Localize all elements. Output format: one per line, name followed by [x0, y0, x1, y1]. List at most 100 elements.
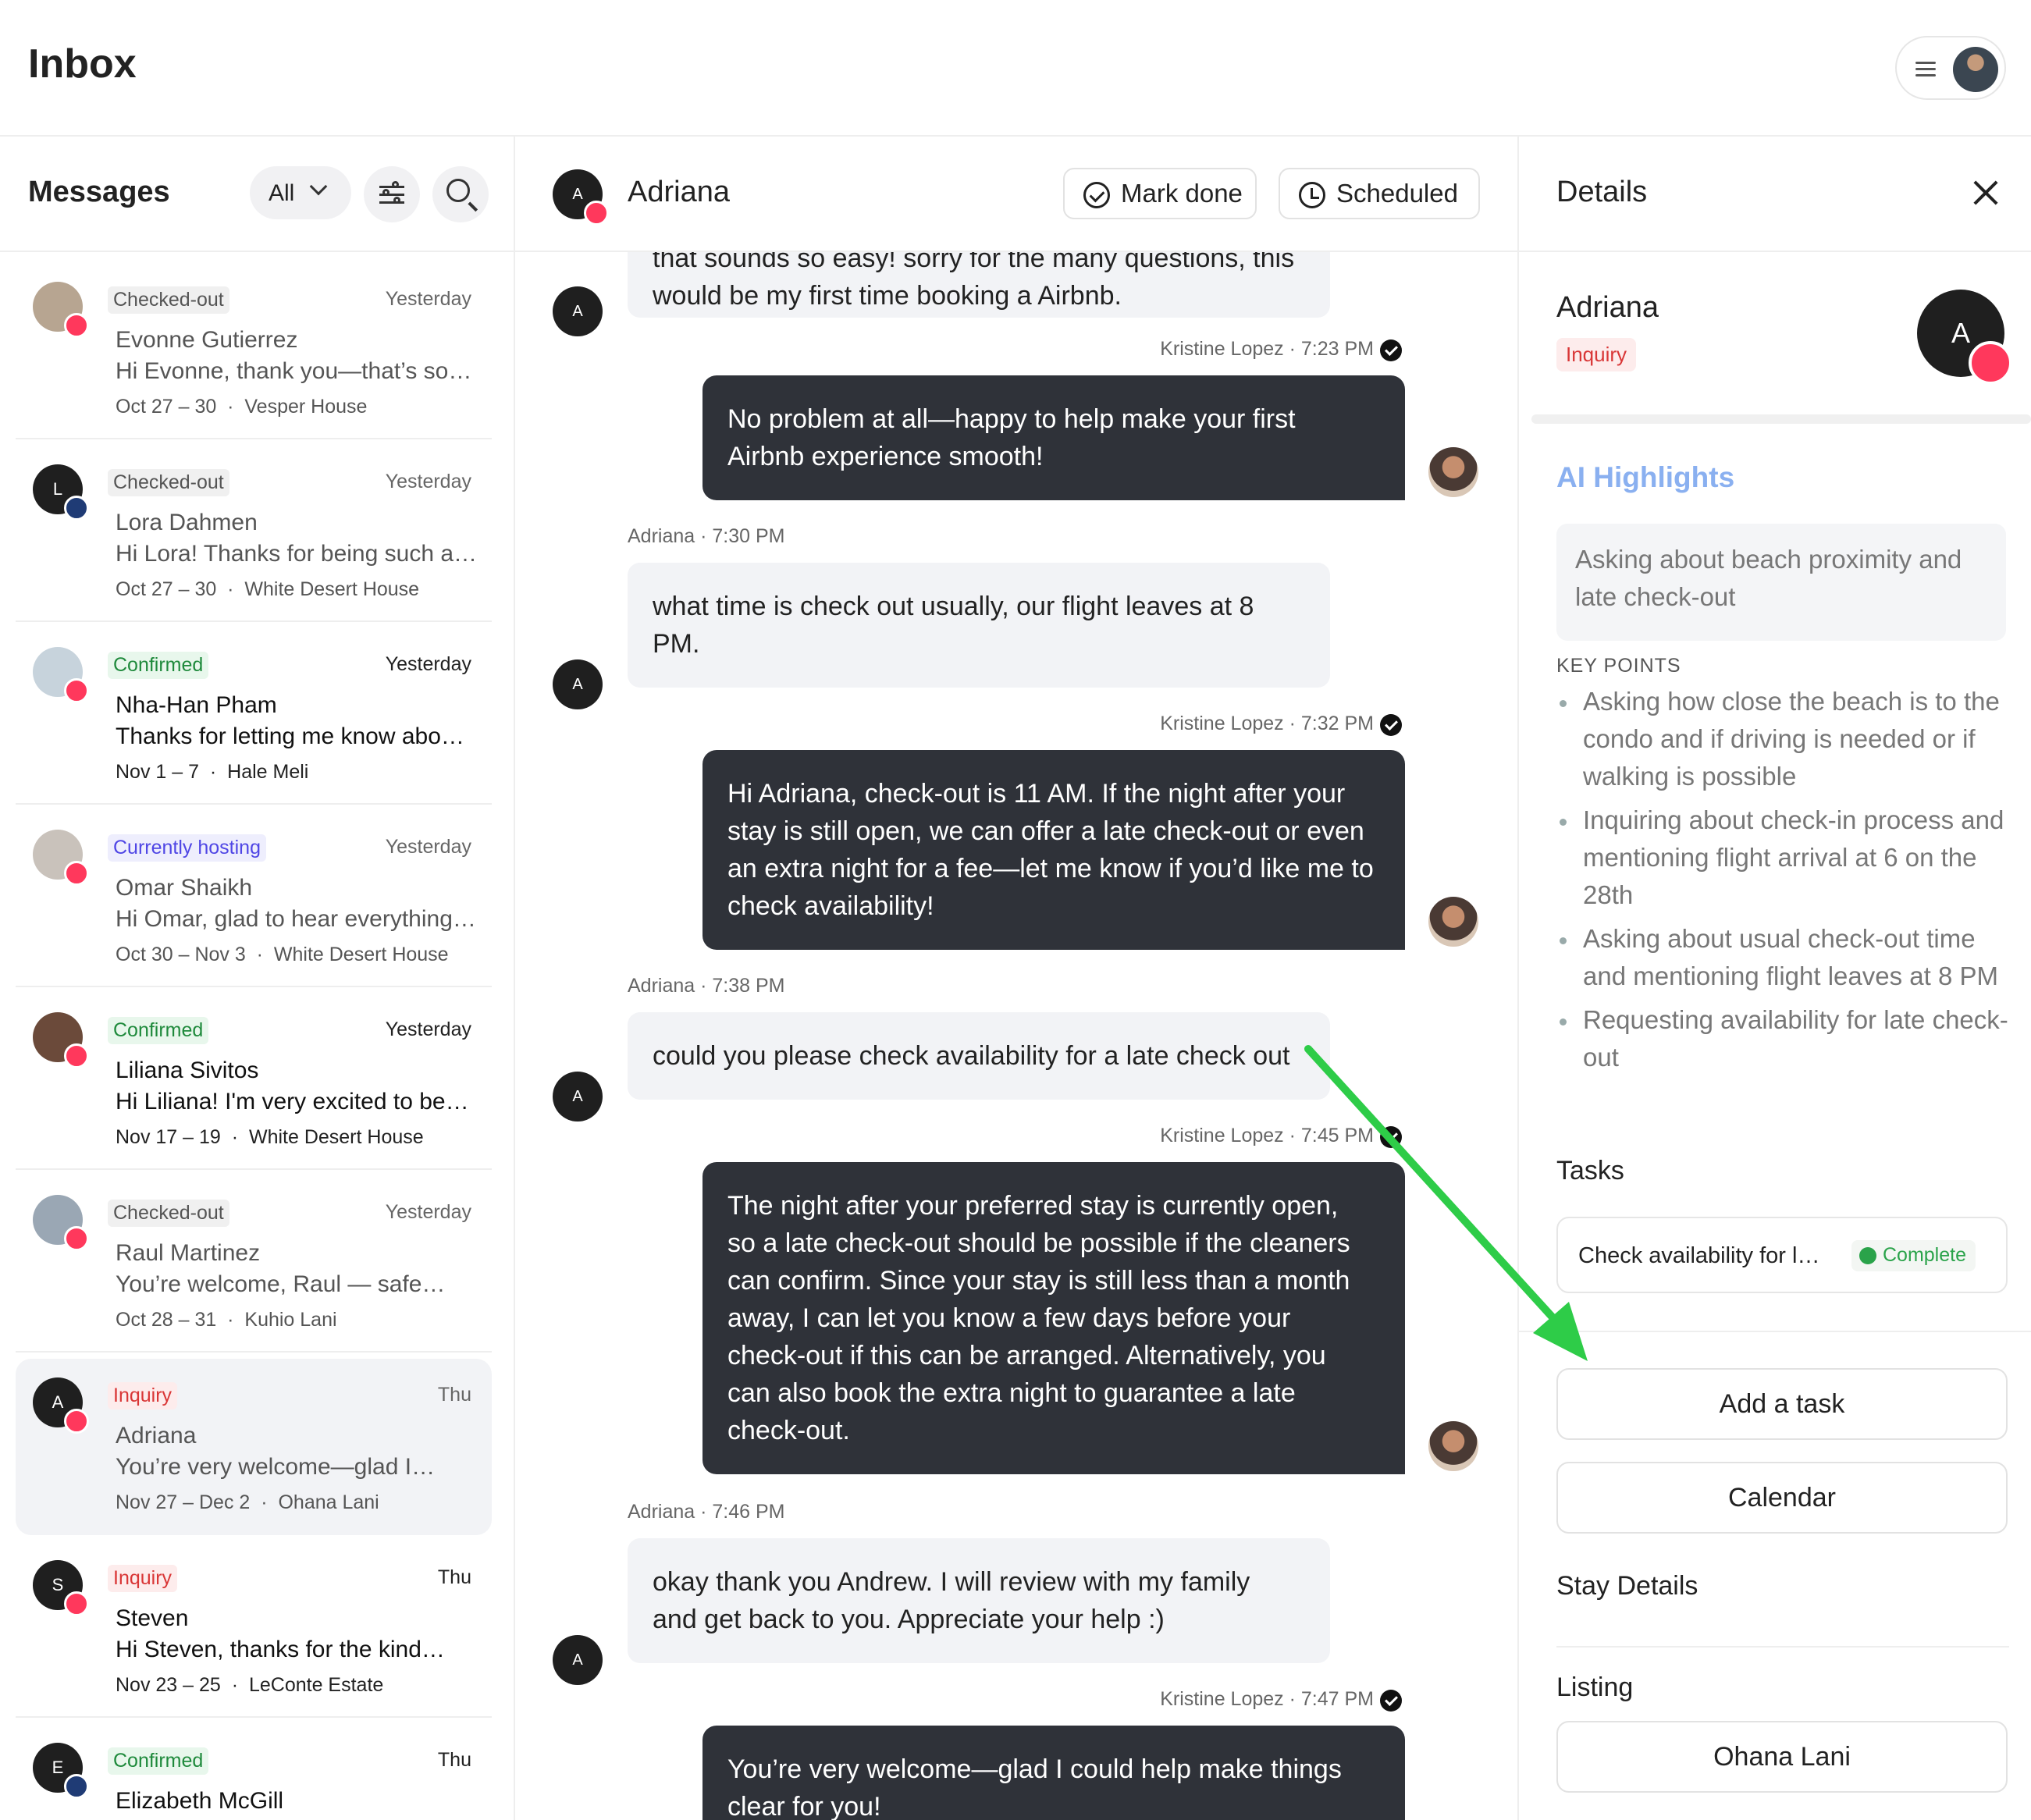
airbnb-icon [1969, 341, 2012, 385]
timestamp: Thu [437, 1566, 471, 1588]
conversation-item[interactable]: L Checked-out Yesterday Lora Dahmen Hi L… [16, 446, 492, 622]
divider [1556, 1646, 2009, 1648]
listing-button[interactable]: Ohana Lani [1556, 1721, 2008, 1793]
airbnb-icon [64, 1226, 89, 1251]
ai-highlights-title: AI Highlights [1556, 461, 1735, 493]
key-point: Requesting availability for late check-o… [1556, 1001, 2025, 1076]
filter-dropdown[interactable]: All [250, 166, 351, 219]
message-list[interactable]: that sounds so easy! sorry for the many … [515, 221, 1517, 1820]
conversation-item[interactable]: Checked-out Yesterday Raul Martinez You’… [16, 1176, 492, 1353]
calendar-button[interactable]: Calendar [1556, 1462, 2008, 1534]
separator: · [231, 1126, 239, 1148]
message-line: would be my first time booking a Airbnb. [653, 281, 1122, 311]
message-line: so a late check-out should be possible i… [727, 1228, 1350, 1258]
avatar-letter: S [52, 1575, 64, 1594]
search-button[interactable] [432, 166, 489, 222]
scheduled-button[interactable]: Scheduled [1279, 168, 1480, 219]
message-line: away, I can let you know a few days befo… [727, 1303, 1291, 1333]
close-icon[interactable] [1972, 179, 2000, 207]
key-point: Asking how close the beach is to the con… [1556, 683, 2025, 795]
guest-avatar: A [553, 1072, 603, 1122]
airbnb-icon [584, 201, 609, 226]
thread-guest-name: Adriana [628, 176, 730, 208]
guest-name: Lora Dahmen [116, 510, 258, 535]
stay-meta: Nov 27 – Dec 2 · Ohana Lani [116, 1491, 379, 1514]
status-badge: Inquiry [1556, 338, 1637, 371]
conversation-item[interactable]: Confirmed Yesterday Nha-Han Pham Thanks … [16, 628, 492, 805]
guest-avatar: A [553, 286, 603, 336]
tasks-title: Tasks [1556, 1156, 1624, 1185]
message-sender: Kristine Lopez · 7:32 PM [1160, 713, 1374, 734]
airbnb-icon [64, 1043, 89, 1068]
message-line: You’re very welcome—glad I could help ma… [727, 1754, 1342, 1784]
separator: · [227, 1309, 234, 1331]
message-line: check availability! [727, 891, 934, 921]
message-sender: Adriana · 7:38 PM [628, 975, 785, 997]
guest-name: Evonne Gutierrez [116, 327, 298, 353]
message-sender: Adriana · 7:30 PM [628, 525, 785, 547]
guest-avatar: A [553, 169, 609, 226]
message-sender: Kristine Lopez · 7:47 PM [1160, 1688, 1374, 1710]
conversation-item-active[interactable]: A Inquiry Thu Adriana You’re very welcom… [16, 1359, 492, 1535]
avatar [33, 1012, 89, 1068]
search-icon [446, 179, 470, 202]
message-line: The night after your preferred stay is c… [727, 1191, 1339, 1221]
host-message: No problem at all—happy to help make you… [702, 375, 1405, 500]
airbnb-icon [64, 1409, 89, 1434]
timestamp: Yesterday [385, 1018, 471, 1040]
avatar: A [33, 1377, 89, 1434]
guest-message: okay thank you Andrew. I will review wit… [628, 1538, 1330, 1663]
message-line: Hi Adriana, check-out is 11 AM. If the n… [727, 779, 1346, 809]
filter-label: All [269, 180, 295, 206]
conversation-item[interactable]: Checked-out Yesterday Evonne Gutierrez H… [16, 263, 492, 439]
message-line: PM. [653, 629, 700, 659]
message-line: okay thank you Andrew. I will review wit… [653, 1567, 1250, 1597]
stay-dates: Oct 27 – 30 [116, 396, 217, 418]
guest-name: Adriana [116, 1423, 197, 1449]
message-line: check-out if this can be arranged. Alter… [727, 1341, 1326, 1370]
message-preview: Hi Omar, glad to hear everything… [116, 906, 476, 932]
filter-settings-button[interactable] [364, 166, 420, 222]
conversation-item[interactable]: Currently hosting Yesterday Omar Shaikh … [16, 811, 492, 987]
status-badge: Confirmed [108, 652, 209, 679]
key-points-title: KEY POINTS [1556, 655, 1681, 677]
stay-dates: Oct 28 – 31 [116, 1309, 217, 1331]
conversation-item[interactable]: Confirmed Yesterday Liliana Sivitos Hi L… [16, 994, 492, 1170]
stay-dates: Oct 27 – 30 [116, 578, 217, 600]
details-title: Details [1556, 176, 1648, 208]
separator: · [227, 578, 234, 600]
stay-meta: Oct 27 – 30 · Vesper House [116, 396, 367, 418]
host-avatar [1428, 897, 1478, 947]
timestamp: Yesterday [385, 471, 471, 492]
conversation-item[interactable]: S Inquiry Thu Steven Hi Steven, thanks f… [16, 1541, 492, 1718]
airbnb-icon [64, 1591, 89, 1616]
guest-avatar: A [553, 659, 603, 709]
guest-message: could you please check availability for … [628, 1012, 1330, 1100]
task-item[interactable]: Check availability for l… Complete [1556, 1217, 2008, 1293]
account-menu-button[interactable] [1895, 36, 2006, 100]
guest-avatar-large: A [1917, 290, 2012, 385]
read-check-icon [1380, 1690, 1402, 1712]
status-badge: Checked-out [108, 1200, 229, 1227]
host-message: You’re very welcome—glad I could help ma… [702, 1726, 1405, 1820]
avatar-letter: A [52, 1392, 64, 1412]
mark-done-button[interactable]: Mark done [1063, 168, 1257, 219]
add-task-button[interactable]: Add a task [1556, 1368, 2008, 1440]
messages-header: Messages All [0, 137, 514, 252]
key-point: Inquiring about check-in process and men… [1556, 802, 2025, 914]
listing-name: White Desert House [273, 944, 449, 965]
read-check-icon [1380, 1126, 1402, 1148]
conversation-item[interactable]: E Confirmed Thu Elizabeth McGill [16, 1724, 492, 1820]
vrbo-icon [64, 496, 89, 521]
status-badge: Checked-out [108, 286, 229, 314]
message-sender: Adriana · 7:46 PM [628, 1501, 785, 1523]
host-message: The night after your preferred stay is c… [702, 1162, 1405, 1474]
messages-title: Messages [28, 176, 170, 208]
avatar [33, 282, 89, 338]
listing-name: Vesper House [244, 396, 368, 418]
stay-details-title[interactable]: Stay Details [1556, 1571, 1698, 1601]
avatar [33, 1195, 89, 1251]
stay-meta: Oct 28 – 31 · Kuhio Lani [116, 1309, 337, 1331]
stay-meta: Oct 27 – 30 · White Desert House [116, 578, 419, 601]
avatar: L [33, 464, 89, 521]
